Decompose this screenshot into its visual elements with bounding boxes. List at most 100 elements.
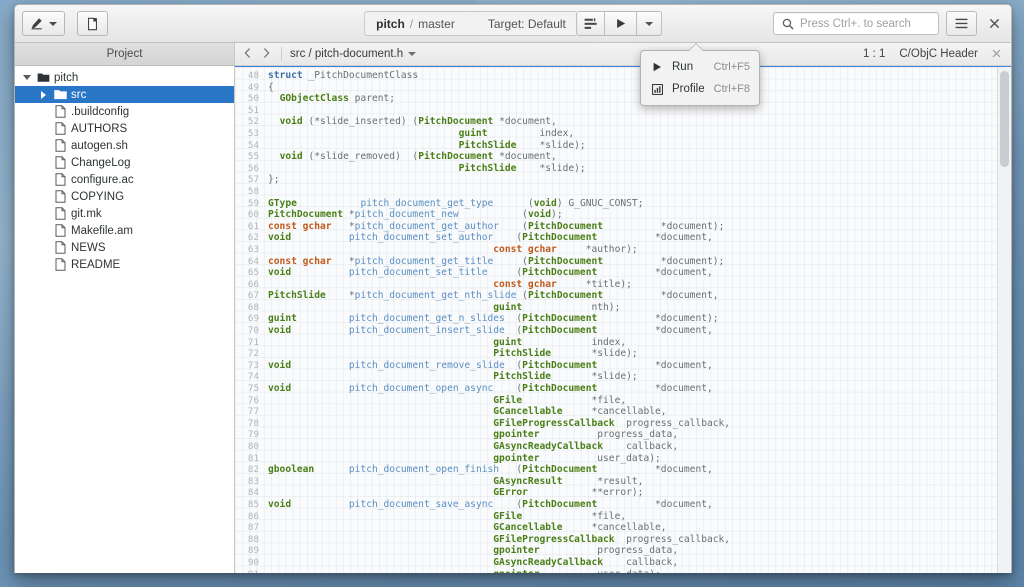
new-document-button[interactable] bbox=[77, 11, 108, 36]
tree-item-src[interactable]: src bbox=[15, 86, 234, 103]
nav-forward-button[interactable] bbox=[260, 47, 273, 61]
code-line[interactable]: GFile *file, bbox=[268, 511, 997, 523]
code-line[interactable]: guint pitch_document_get_n_slides (Pitch… bbox=[268, 313, 997, 325]
code-line[interactable]: PitchSlide *pitch_document_get_nth_slide… bbox=[268, 290, 997, 302]
code-line[interactable]: PitchSlide *slide); bbox=[268, 371, 997, 383]
code-line[interactable]: guint index, bbox=[268, 337, 997, 349]
code-token: }; bbox=[268, 174, 280, 186]
code-token: index, bbox=[522, 336, 627, 348]
code-line[interactable]: gpointer user_data); bbox=[268, 569, 997, 573]
line-number: 88 bbox=[247, 533, 259, 545]
close-icon[interactable] bbox=[992, 47, 1001, 61]
run-button[interactable] bbox=[604, 11, 637, 36]
code-line[interactable]: guint nth); bbox=[268, 302, 997, 314]
tree-item-authors[interactable]: AUTHORS bbox=[15, 120, 234, 137]
code-line[interactable]: GAsyncResult *result, bbox=[268, 476, 997, 488]
code-line[interactable]: const gchar *pitch_document_get_author (… bbox=[268, 221, 997, 233]
code-line[interactable]: PitchSlide *slide); bbox=[268, 163, 997, 175]
menu-item-profile[interactable]: Profile Ctrl+F8 bbox=[641, 78, 759, 100]
breadcrumb-right-group: 1 : 1 C/ObjC Header bbox=[863, 47, 1005, 61]
nav-back-button[interactable] bbox=[241, 47, 254, 61]
project-branch-label[interactable]: pitch / master bbox=[364, 11, 466, 36]
main-menu-button[interactable] bbox=[946, 11, 977, 36]
tree-item-configure-ac[interactable]: configure.ac bbox=[15, 171, 234, 188]
code-line[interactable]: void pitch_document_set_author (PitchDoc… bbox=[268, 232, 997, 244]
code-line[interactable]: gpointer progress_data, bbox=[268, 545, 997, 557]
line-number: 62 bbox=[247, 232, 259, 244]
code-line[interactable]: void pitch_document_set_title (PitchDocu… bbox=[268, 267, 997, 279]
edit-dropdown-button[interactable] bbox=[22, 11, 65, 36]
code-line[interactable]: void (*slide_inserted) (PitchDocument *d… bbox=[268, 116, 997, 128]
code-line[interactable]: const gchar *author); bbox=[268, 244, 997, 256]
editor-scrollbar[interactable] bbox=[997, 67, 1011, 573]
tree-item-git-mk[interactable]: git.mk bbox=[15, 205, 234, 222]
build-target-label[interactable]: Target: Default bbox=[465, 11, 576, 36]
line-number: 55 bbox=[247, 151, 259, 163]
tree-item-changelog[interactable]: ChangeLog bbox=[15, 154, 234, 171]
code-line[interactable]: void pitch_document_open_async (PitchDoc… bbox=[268, 383, 997, 395]
code-line[interactable]: GFileProgressCallback progress_callback, bbox=[268, 534, 997, 546]
code-line[interactable]: GError **error); bbox=[268, 487, 997, 499]
tree-item-readme[interactable]: README bbox=[15, 256, 234, 273]
code-line[interactable]: }; bbox=[268, 174, 997, 186]
tree-item-copying[interactable]: COPYING bbox=[15, 188, 234, 205]
code-line[interactable]: gpointer progress_data, bbox=[268, 429, 997, 441]
language-mode[interactable]: C/ObjC Header bbox=[899, 48, 978, 60]
build-config-icon bbox=[584, 17, 597, 30]
breadcrumb[interactable]: src / pitch-document.h bbox=[290, 48, 417, 60]
code-line[interactable]: { bbox=[268, 82, 997, 94]
tree-item-makefile-am[interactable]: Makefile.am bbox=[15, 222, 234, 239]
code-line[interactable]: void pitch_document_remove_slide (PitchD… bbox=[268, 360, 997, 372]
tree-item-pitch[interactable]: pitch bbox=[15, 69, 234, 86]
expander-expand-icon[interactable] bbox=[38, 90, 49, 99]
code-line[interactable]: PitchSlide *slide); bbox=[268, 348, 997, 360]
code-line[interactable]: GCancellable *cancellable, bbox=[268, 522, 997, 534]
code-line[interactable]: GFile *file, bbox=[268, 395, 997, 407]
search-input[interactable]: Press Ctrl+. to search bbox=[773, 12, 939, 35]
expander-collapse-icon[interactable] bbox=[21, 75, 32, 80]
code-line[interactable]: GAsyncReadyCallback callback, bbox=[268, 441, 997, 453]
build-config-button[interactable] bbox=[575, 11, 605, 36]
window-close-button[interactable] bbox=[984, 14, 1004, 34]
code-line[interactable]: void pitch_document_save_async (PitchDoc… bbox=[268, 499, 997, 511]
code-editor[interactable]: 48 49 50 51 52 53 54 55 56 57 58 59 60 61 62 63 64 65 66 67… bbox=[235, 66, 1011, 573]
menu-item-run[interactable]: Run Ctrl+F5 bbox=[641, 56, 759, 78]
code-line[interactable]: gboolean pitch_document_open_finish (Pit… bbox=[268, 464, 997, 476]
code-token: *slide); bbox=[516, 162, 586, 174]
line-number: 69 bbox=[247, 313, 259, 325]
code-token: ( bbox=[458, 209, 528, 221]
code-token: * bbox=[325, 290, 355, 302]
code-line[interactable]: gpointer user_data); bbox=[268, 453, 997, 465]
code-line[interactable]: GType pitch_document_get_type (void) G_G… bbox=[268, 198, 997, 210]
line-number: 75 bbox=[247, 383, 259, 395]
tree-item--buildconfig[interactable]: .buildconfig bbox=[15, 103, 234, 120]
tree-item-autogen-sh[interactable]: autogen.sh bbox=[15, 137, 234, 154]
code-line[interactable]: const gchar *title); bbox=[268, 279, 997, 291]
run-popup-menu[interactable]: Run Ctrl+F5 Profile Ctrl+F8 bbox=[640, 50, 760, 106]
code-line[interactable]: void (*slide_removed) (PitchDocument *do… bbox=[268, 151, 997, 163]
code-line[interactable]: GAsyncReadyCallback callback, bbox=[268, 557, 997, 569]
code-line[interactable]: const gchar *pitch_document_get_title (P… bbox=[268, 256, 997, 268]
source-code-text[interactable]: struct _PitchDocumentClass{ GObjectClass… bbox=[259, 67, 997, 573]
code-token: PitchDocument bbox=[522, 498, 598, 510]
run-dropdown-button[interactable] bbox=[636, 11, 662, 36]
code-line[interactable]: GCancellable *cancellable, bbox=[268, 406, 997, 418]
code-line[interactable]: GFileProgressCallback progress_callback, bbox=[268, 418, 997, 430]
line-number: 79 bbox=[247, 429, 259, 441]
code-line[interactable] bbox=[268, 186, 997, 198]
code-line[interactable]: GObjectClass parent; bbox=[268, 93, 997, 105]
project-tree[interactable]: pitch src .buildconfig AUTHORS autogen.sh Cha… bbox=[15, 66, 234, 573]
code-line[interactable]: struct _PitchDocumentClass bbox=[268, 70, 997, 82]
code-line[interactable]: PitchDocument *pitch_document_new (void)… bbox=[268, 209, 997, 221]
code-line[interactable] bbox=[268, 105, 997, 117]
scrollbar-thumb[interactable] bbox=[1000, 71, 1009, 167]
tree-item-news[interactable]: NEWS bbox=[15, 239, 234, 256]
code-line[interactable]: void pitch_document_insert_slide (PitchD… bbox=[268, 325, 997, 337]
code-line[interactable]: PitchSlide *slide); bbox=[268, 140, 997, 152]
tree-item-label: pitch bbox=[54, 71, 79, 84]
code-token: callback, bbox=[603, 441, 679, 452]
code-line[interactable]: guint index, bbox=[268, 128, 997, 140]
